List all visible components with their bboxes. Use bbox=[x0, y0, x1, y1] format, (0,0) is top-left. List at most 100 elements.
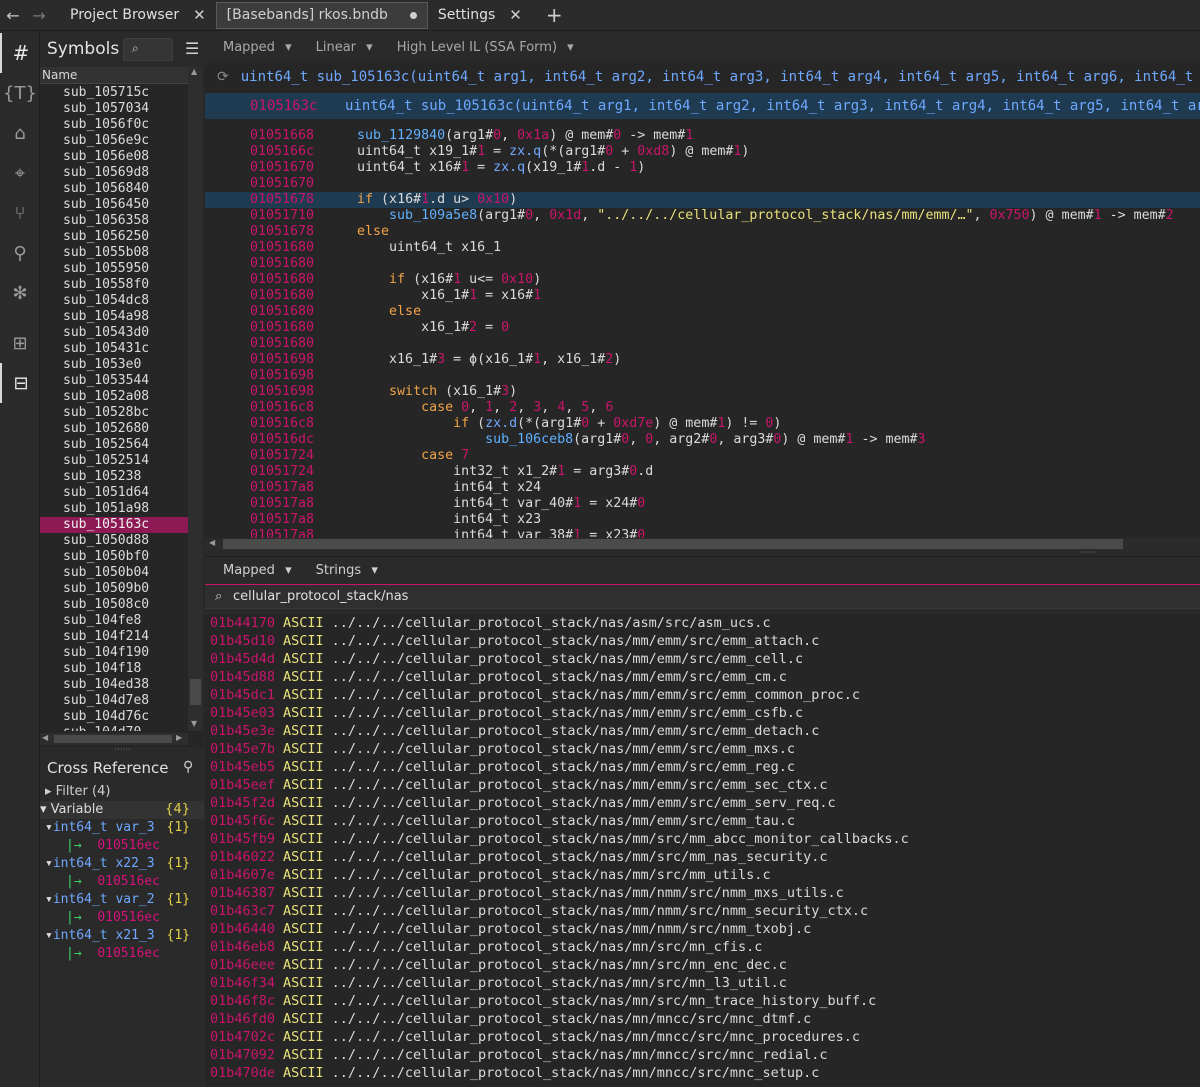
linear-dropdown[interactable]: Linear ▾ bbox=[307, 40, 373, 55]
scroll-left-icon[interactable]: ◀ bbox=[209, 538, 215, 547]
il-dropdown[interactable]: High Level IL (SSA Form) ▾ bbox=[388, 40, 574, 55]
symbol-row[interactable]: sub_10543d0 bbox=[40, 325, 188, 341]
hamburger-menu-icon[interactable]: ☰ bbox=[185, 39, 199, 58]
back-arrow-icon[interactable]: ← bbox=[0, 6, 26, 25]
string-row[interactable]: 01b45f6c ASCII ../../../cellular_protocol_… bbox=[205, 812, 1200, 830]
symbol-row[interactable]: sub_1052680 bbox=[40, 421, 188, 437]
xref-variable[interactable]: ▾int64_t x22_3 {1} bbox=[40, 855, 204, 873]
symbol-row[interactable]: sub_1055950 bbox=[40, 261, 188, 277]
string-row[interactable]: 01b47092 ASCII ../../../cellular_protocol_… bbox=[205, 1046, 1200, 1064]
scroll-up-icon[interactable]: ▲ bbox=[191, 67, 197, 76]
code-line[interactable]: 01051680 bbox=[205, 336, 1200, 352]
code-line[interactable]: 01051724 case 7 bbox=[205, 448, 1200, 464]
string-row[interactable]: 01b45eef ASCII ../../../cellular_protocol_… bbox=[205, 776, 1200, 794]
symbol-row[interactable]: sub_104fe8 bbox=[40, 613, 188, 629]
new-tab-plus-icon[interactable]: + bbox=[546, 3, 563, 27]
symbol-row[interactable]: sub_1051a98 bbox=[40, 501, 188, 517]
string-row[interactable]: 01b463c7 ASCII ../../../cellular_protocol_… bbox=[205, 902, 1200, 920]
code-line[interactable]: 01051668 sub_1129840(arg1#0, 0x1a) @ mem… bbox=[205, 128, 1200, 144]
code-line[interactable]: 01051680 if (x16#1 u<= 0x10) bbox=[205, 272, 1200, 288]
filter-toggle[interactable]: ▸ Filter (4) bbox=[40, 783, 204, 801]
symbol-row[interactable]: sub_10569d8 bbox=[40, 165, 188, 181]
code-line[interactable]: 01051670 uint64_t x16#1 = zx.q(x19_1#1.d… bbox=[205, 160, 1200, 176]
symbol-row[interactable]: sub_1050bf0 bbox=[40, 549, 188, 565]
scroll-right-icon[interactable]: ▶ bbox=[176, 733, 182, 742]
code-horizontal-scrollbar[interactable]: ◀ bbox=[205, 538, 1200, 550]
string-row[interactable]: 01b45e7b ASCII ../../../cellular_protocol_… bbox=[205, 740, 1200, 758]
symbol-search-input[interactable]: ⌕ bbox=[123, 38, 173, 61]
symbol-row[interactable]: sub_10528bc bbox=[40, 405, 188, 421]
mapped-dropdown[interactable]: Mapped ▾ bbox=[214, 40, 292, 55]
scroll-left-icon[interactable]: ◀ bbox=[42, 733, 48, 742]
symbol-row[interactable]: sub_104f18 bbox=[40, 661, 188, 677]
xref-address[interactable]: |→ 010516ec bbox=[40, 837, 204, 855]
scroll-down-icon[interactable]: ▼ bbox=[191, 719, 197, 728]
code-line[interactable]: 01051680 x16_1#1 = x16#1 bbox=[205, 288, 1200, 304]
symbol-row[interactable]: sub_1056f0c bbox=[40, 117, 188, 133]
symbol-row[interactable]: sub_1056840 bbox=[40, 181, 188, 197]
symbol-row[interactable]: sub_1052564 bbox=[40, 437, 188, 453]
scroll-thumb[interactable] bbox=[223, 539, 1123, 549]
symbol-row[interactable]: sub_1052514 bbox=[40, 453, 188, 469]
symbol-row[interactable]: sub_104f190 bbox=[40, 645, 188, 661]
refresh-icon[interactable]: ⟳ bbox=[217, 69, 229, 85]
string-row[interactable]: 01b46022 ASCII ../../../cellular_protocol_… bbox=[205, 848, 1200, 866]
hash-icon[interactable]: # bbox=[0, 33, 40, 73]
strings-filter-input[interactable]: ⌕ cellular_protocol_stack/nas bbox=[205, 584, 1200, 609]
string-row[interactable]: 01b45e03 ASCII ../../../cellular_protocol_… bbox=[205, 704, 1200, 722]
code-line[interactable]: 010517a8 int64_t x23 bbox=[205, 512, 1200, 528]
code-line[interactable]: 010516c8 case 0, 1, 2, 3, 4, 5, 6 bbox=[205, 400, 1200, 416]
string-row[interactable]: 01b46440 ASCII ../../../cellular_protocol_… bbox=[205, 920, 1200, 938]
symbol-row[interactable]: sub_1056358 bbox=[40, 213, 188, 229]
code-line[interactable]: 01051698 x16_1#3 = ϕ(x16_1#1, x16_1#2) bbox=[205, 352, 1200, 368]
code-line[interactable]: 0105166c uint64_t x19_1#1 = zx.q(*(arg1#… bbox=[205, 144, 1200, 160]
xref-variable[interactable]: ▾int64_t var_2 {1} bbox=[40, 891, 204, 909]
close-icon[interactable]: ✕ bbox=[193, 6, 206, 24]
symbol-row[interactable]: sub_105163c bbox=[40, 517, 188, 533]
code-line[interactable]: 010517a8 int64_t x24 bbox=[205, 480, 1200, 496]
scroll-thumb[interactable] bbox=[190, 679, 201, 705]
code-line[interactable]: 010517a8 int64_t var_38#1 = x23#0 bbox=[205, 528, 1200, 538]
symbol-row[interactable]: sub_1053544 bbox=[40, 373, 188, 389]
mapped-dropdown[interactable]: Mapped ▾ bbox=[214, 563, 292, 578]
string-row[interactable]: 01b45d88 ASCII ../../../cellular_protocol_… bbox=[205, 668, 1200, 686]
string-row[interactable]: 01b45dc1 ASCII ../../../cellular_protocol_… bbox=[205, 686, 1200, 704]
string-row[interactable]: 01b4607e ASCII ../../../cellular_protocol_… bbox=[205, 866, 1200, 884]
close-icon[interactable]: ✕ bbox=[509, 6, 522, 24]
string-row[interactable]: 01b45d4d ASCII ../../../cellular_protocol_… bbox=[205, 650, 1200, 668]
xref-address[interactable]: |→ 010516ec bbox=[40, 945, 204, 963]
graph-icon[interactable]: ⑂ bbox=[0, 193, 40, 233]
string-row[interactable]: 01b46fd0 ASCII ../../../cellular_protocol_… bbox=[205, 1010, 1200, 1028]
string-row[interactable]: 01b4702c ASCII ../../../cellular_protocol_… bbox=[205, 1028, 1200, 1046]
string-row[interactable]: 01b46f8c ASCII ../../../cellular_protocol_… bbox=[205, 992, 1200, 1010]
symbol-row[interactable]: sub_105431c bbox=[40, 341, 188, 357]
symbol-row[interactable]: sub_10509b0 bbox=[40, 581, 188, 597]
xref-address[interactable]: |→ 010516ec bbox=[40, 909, 204, 927]
symbol-row[interactable]: sub_1051d64 bbox=[40, 485, 188, 501]
xref-variable[interactable]: ▾int64_t x21_3 {1} bbox=[40, 927, 204, 945]
symbol-row[interactable]: sub_104d76c bbox=[40, 709, 188, 725]
symbol-row[interactable]: sub_1054dc8 bbox=[40, 293, 188, 309]
scroll-thumb[interactable] bbox=[54, 735, 172, 743]
symbol-row[interactable]: sub_1056e9c bbox=[40, 133, 188, 149]
code-line[interactable]: 01051680 uint64_t x16_1 bbox=[205, 240, 1200, 256]
xref-address[interactable]: |→ 010516ec bbox=[40, 873, 204, 891]
hierarchy-icon[interactable]: ⊞ bbox=[0, 323, 40, 363]
string-row[interactable]: 01b45eb5 ASCII ../../../cellular_protocol_… bbox=[205, 758, 1200, 776]
string-row[interactable]: 01b44170 ASCII ../../../cellular_protocol_… bbox=[205, 614, 1200, 632]
splitter-grip[interactable]: ⋯⋯ bbox=[114, 745, 131, 755]
location-icon[interactable]: ⌖ bbox=[0, 153, 40, 193]
bug-icon[interactable]: ✻ bbox=[0, 273, 40, 313]
symbol-row[interactable]: sub_1056450 bbox=[40, 197, 188, 213]
tree-icon[interactable]: ⚲ bbox=[0, 233, 40, 273]
code-line[interactable]: 01051678 if (x16#1.d u> 0x10) bbox=[205, 192, 1200, 208]
code-line[interactable]: 010516dc sub_106ceb8(arg1#0, 0, arg2#0, … bbox=[205, 432, 1200, 448]
forward-arrow-icon[interactable]: → bbox=[26, 6, 52, 25]
tab-project-browser[interactable]: Project Browser ✕ bbox=[60, 0, 216, 31]
code-line[interactable]: 01051710 sub_109a5e8(arg1#0, 0x1d, "../.… bbox=[205, 208, 1200, 224]
xref-variable[interactable]: ▾int64_t var_3 {1} bbox=[40, 819, 204, 837]
symbol-row[interactable]: sub_1056e08 bbox=[40, 149, 188, 165]
compare-icon[interactable]: ⊟ bbox=[0, 363, 40, 403]
strings-dropdown[interactable]: Strings ▾ bbox=[307, 563, 378, 578]
symbol-row[interactable]: sub_1052a08 bbox=[40, 389, 188, 405]
